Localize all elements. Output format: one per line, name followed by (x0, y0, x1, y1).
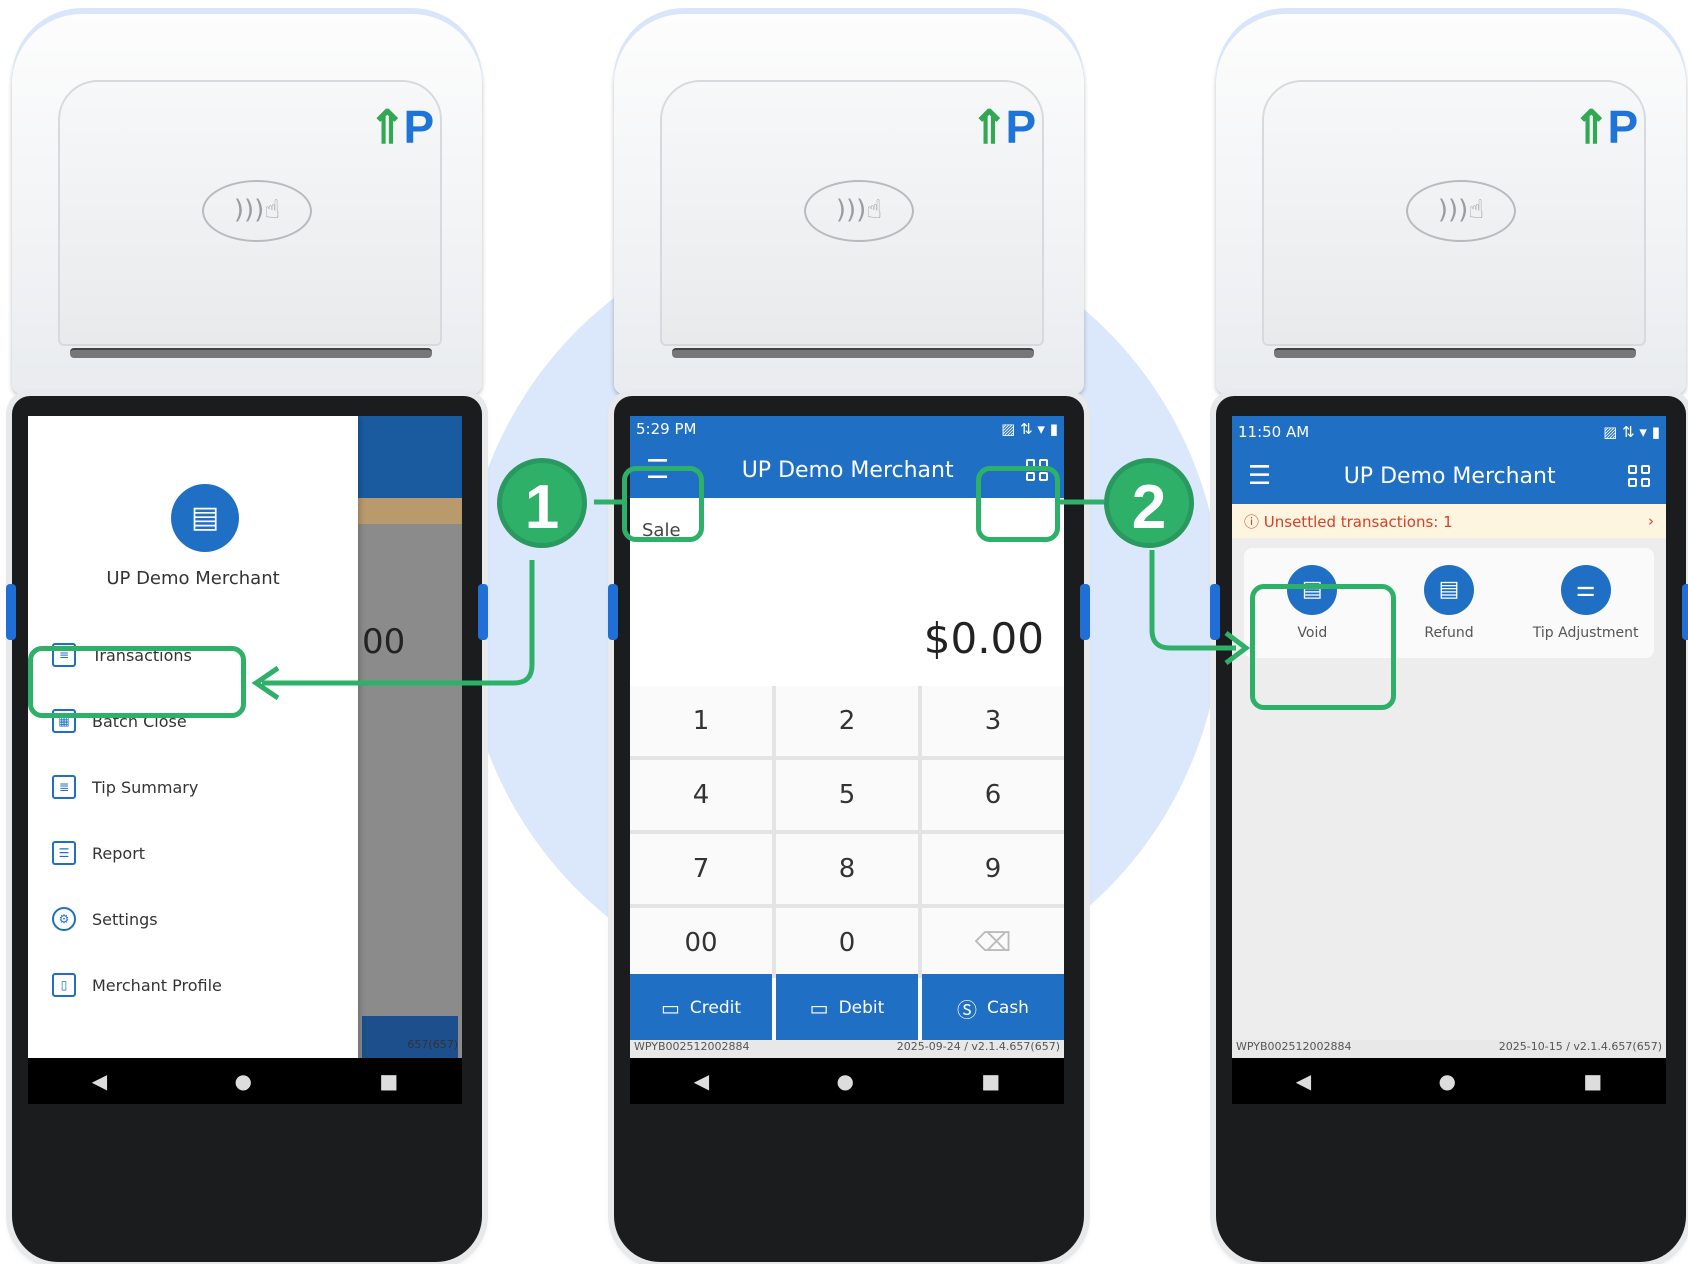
step-badge-1: 1 (497, 458, 587, 548)
highlight-transactions (28, 646, 246, 718)
highlight-grid-menu (976, 466, 1060, 542)
highlight-void (1250, 584, 1396, 710)
annotation-arrows (251, 499, 1251, 701)
highlight-hamburger (622, 466, 704, 542)
step-badge-2: 2 (1104, 458, 1194, 548)
